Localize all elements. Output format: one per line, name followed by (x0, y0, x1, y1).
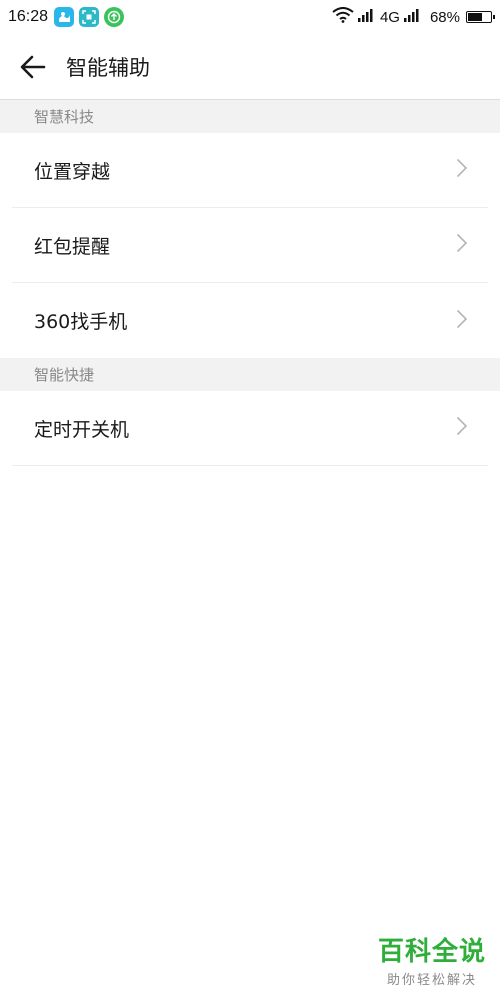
list-item-red-packet-reminder[interactable]: 红包提醒 (12, 208, 488, 283)
page-title: 智能辅助 (66, 55, 150, 80)
list-item-label: 定时开关机 (34, 418, 130, 441)
list-item-label: 红包提醒 (34, 235, 111, 258)
chevron-right-icon (456, 233, 468, 257)
status-bar: 16:28 4G 68% (0, 0, 500, 34)
list-item-location-travel[interactable]: 位置穿越 (12, 133, 488, 208)
app-header: 智能辅助 (0, 34, 500, 100)
list-item-scheduled-power[interactable]: 定时开关机 (12, 391, 488, 466)
scan-app-icon (79, 7, 100, 27)
signal-icon (357, 8, 376, 26)
battery-fill (468, 13, 482, 21)
upload-app-icon (104, 7, 125, 27)
watermark-title: 百科全说 (377, 937, 486, 967)
list-item-find-phone[interactable]: 360找手机 (12, 283, 488, 358)
chevron-right-icon (456, 416, 468, 440)
battery-percent: 68% (429, 8, 460, 26)
watermark: 百科全说 助你轻松解决 (378, 931, 486, 988)
chevron-right-icon (456, 158, 468, 182)
arrow-left-icon (20, 55, 46, 78)
signal-icon-2 (403, 8, 422, 26)
wifi-icon (332, 7, 354, 27)
list-item-label: 位置穿越 (34, 160, 111, 183)
section-header-smart-tech: 智慧科技 (0, 100, 500, 133)
status-time: 16:28 (8, 8, 49, 25)
chevron-right-icon (456, 309, 468, 333)
status-right: 4G 68% (332, 0, 495, 34)
battery-icon (466, 11, 495, 23)
ocean-app-icon (54, 7, 75, 27)
watermark-subtitle: 助你轻松解决 (386, 973, 477, 988)
network-type: 4G (379, 8, 400, 26)
back-button[interactable] (0, 34, 66, 100)
section-header-smart-shortcuts: 智能快捷 (0, 358, 500, 391)
list-item-label: 360找手机 (34, 311, 128, 333)
